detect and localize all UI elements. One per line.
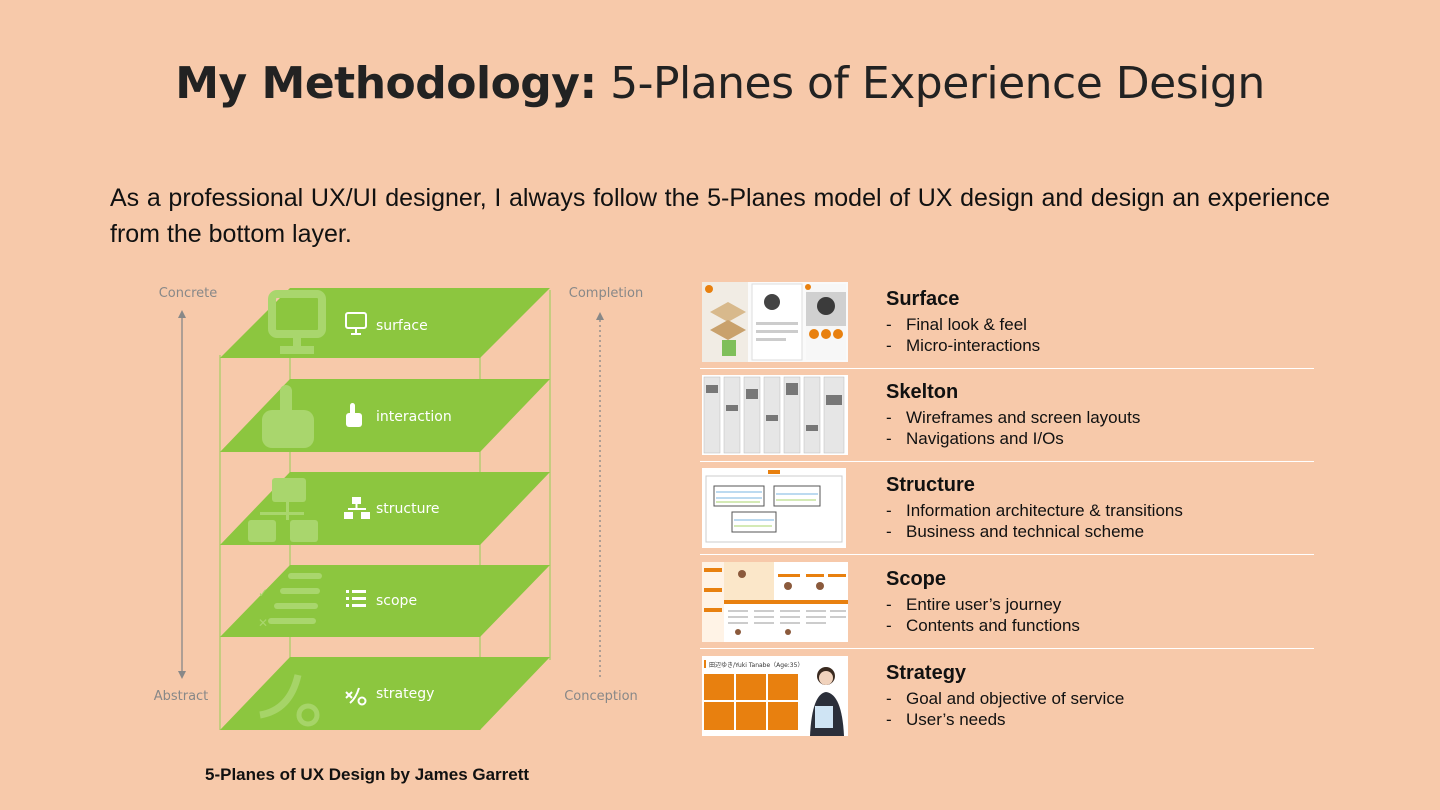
bullet-text: Navigations and I/Os [906, 429, 1064, 448]
plane-bullets: - Information architecture & transitions … [886, 501, 1183, 541]
svg-text:✕: ✕ [258, 616, 268, 630]
plane-row-surface: Surface - Final look & feel - Micro-intera… [700, 278, 1314, 369]
bullet-text: Information architecture & transitions [906, 501, 1183, 520]
bullet-text: Entire user’s journey [906, 595, 1062, 614]
plane-title: Scope [886, 568, 947, 590]
plane-bullets: - Entire user’s journey - Contents and fun… [886, 595, 1080, 635]
plane-label: scope [376, 593, 417, 609]
plane-interaction: interaction [220, 379, 550, 452]
bullet-text: Micro-interactions [906, 336, 1041, 355]
svg-text:✓: ✓ [258, 586, 268, 600]
plane-bullets: - Goal and objective of service - User’s n… [886, 689, 1125, 729]
plane-surface: surface [220, 288, 550, 358]
plane-label: strategy [376, 686, 434, 702]
bullet-text: User’s needs [906, 710, 1006, 729]
bullet-text: Wireframes and screen layouts [906, 408, 1141, 427]
arrow-down-icon [178, 671, 186, 679]
strategy-thumbnail: 田辺ゆき/Yuki Tanabe（Age:35） [702, 656, 848, 736]
scope-thumbnail [702, 562, 848, 642]
plane-title: Strategy [886, 662, 967, 684]
intro-text: As a professional UX/UI designer, I alwa… [110, 184, 1330, 248]
plane-structure: structure [220, 472, 550, 545]
list-icon [346, 590, 366, 607]
structure-thumbnail [702, 468, 846, 548]
bullet-text: Contents and functions [906, 616, 1080, 635]
label-conception: Conception [564, 689, 638, 704]
bullet-text: Business and technical scheme [906, 522, 1145, 541]
plane-title: Skelton [886, 381, 959, 403]
title-rest: 5-Planes of Experience Design [610, 58, 1265, 109]
title-bold: My Methodology: [175, 58, 597, 109]
bullet-text: Goal and objective of service [906, 689, 1125, 708]
plane-scope: ✓ ✕ scope [220, 565, 550, 637]
bullet-text: Final look & feel [906, 315, 1027, 334]
plane-bullets: - Final look & feel - Micro-interactions [886, 315, 1041, 355]
plane-strategy: strategy [220, 657, 550, 730]
skelton-thumbnail [702, 375, 848, 455]
plane-row-skelton: Skelton - Wireframes and screen layouts -… [700, 371, 1314, 462]
surface-thumbnail [702, 282, 848, 362]
arrow-up-icon [596, 312, 604, 320]
diagram-caption: 5-Planes of UX Design by James Garrett [205, 765, 530, 784]
label-completion: Completion [569, 286, 643, 301]
plane-row-strategy: 田辺ゆき/Yuki Tanabe（Age:35） Strategy - Goal … [700, 652, 1314, 742]
plane-label: interaction [376, 409, 452, 425]
plane-bullets: - Wireframes and screen layouts - Navigati… [886, 408, 1141, 448]
plane-row-scope: Scope - Entire user’s journey - Contents a… [700, 558, 1314, 649]
plane-row-structure: Structure - Information architecture & tr… [700, 464, 1314, 555]
five-planes-diagram: Concrete Abstract Completion Conception … [154, 286, 643, 730]
page-title: My Methodology: 5-Planes of Experience D… [0, 58, 1440, 109]
persona-heading: 田辺ゆき/Yuki Tanabe（Age:35） [709, 662, 803, 669]
plane-title: Surface [886, 288, 960, 310]
plane-title: Structure [886, 474, 975, 496]
label-abstract: Abstract [154, 689, 209, 704]
arrow-up-icon [178, 310, 186, 318]
plane-label: structure [376, 501, 440, 517]
plane-label: surface [376, 318, 428, 334]
label-concrete: Concrete [159, 286, 218, 301]
